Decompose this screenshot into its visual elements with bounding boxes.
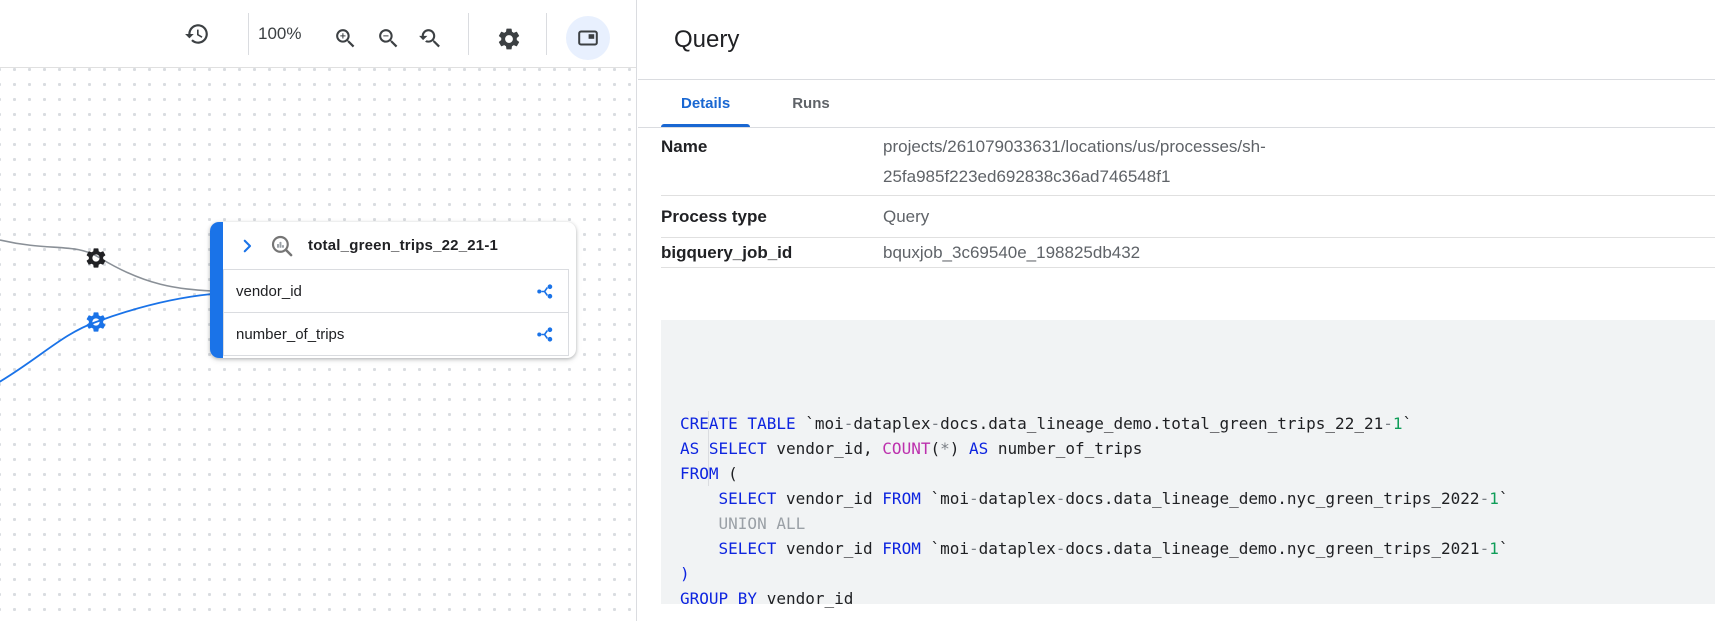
details-panel: Query Details Runs Name projects/26107903… bbox=[638, 0, 1715, 621]
process-gear-icon-blue[interactable] bbox=[84, 310, 108, 334]
node-accent-bar bbox=[210, 222, 223, 358]
code-line: UNION ALL bbox=[680, 511, 1715, 536]
code-line: FROM ( bbox=[680, 461, 1715, 486]
toolbar-divider bbox=[468, 13, 469, 55]
toolbar-divider bbox=[546, 13, 547, 55]
lineage-node[interactable]: total_green_trips_22_21-1 vendor_id numb… bbox=[210, 222, 576, 358]
lineage-icon[interactable] bbox=[536, 282, 555, 301]
row-value: bquxjob_3c69540e_198825db432 bbox=[883, 238, 1403, 268]
row-label: Process type bbox=[661, 202, 883, 232]
settings-button[interactable] bbox=[496, 26, 522, 52]
zoom-out-button[interactable] bbox=[376, 26, 401, 51]
tab-label: Details bbox=[681, 95, 730, 112]
row-label: Name bbox=[661, 132, 883, 162]
panel-header: Query bbox=[638, 0, 1715, 80]
lineage-canvas[interactable]: total_green_trips_22_21-1 vendor_id numb… bbox=[0, 0, 637, 621]
node-title: total_green_trips_22_21-1 bbox=[308, 237, 498, 254]
toolbar-divider bbox=[248, 13, 249, 55]
row-value: projects/261079033631/locations/us/proce… bbox=[883, 132, 1403, 192]
sql-code-lines: CREATE TABLE `moi-dataplex-docs.data_lin… bbox=[680, 411, 1715, 611]
code-line: CREATE TABLE `moi-dataplex-docs.data_lin… bbox=[680, 411, 1715, 436]
zoom-in-button[interactable] bbox=[333, 26, 358, 51]
process-gear-icon-dark[interactable] bbox=[84, 246, 108, 270]
table-row: Name projects/261079033631/locations/us/… bbox=[661, 128, 1715, 196]
panel-title: Query bbox=[674, 26, 739, 54]
bigquery-magnifier-icon bbox=[269, 233, 295, 259]
table-row: bigquery_job_id bquxjob_3c69540e_198825d… bbox=[661, 238, 1715, 268]
tab-label: Runs bbox=[792, 95, 830, 112]
canvas-toolbar: 100% bbox=[0, 0, 636, 68]
toggle-side-panel-icon bbox=[576, 26, 600, 50]
code-line: GROUP BY vendor_id bbox=[680, 586, 1715, 611]
code-line: ) bbox=[680, 561, 1715, 586]
sql-code-block: CREATE TABLE `moi-dataplex-docs.data_lin… bbox=[661, 320, 1715, 604]
row-value: Query bbox=[883, 202, 1403, 232]
zoom-reset-button[interactable] bbox=[417, 26, 442, 51]
tab-runs[interactable]: Runs bbox=[772, 80, 850, 127]
node-field-row[interactable]: number_of_trips bbox=[223, 312, 569, 356]
node-fields: vendor_id number_of_trips bbox=[223, 269, 576, 356]
chevron-right-icon[interactable] bbox=[238, 237, 256, 255]
tab-details[interactable]: Details bbox=[661, 80, 750, 127]
code-line: SELECT vendor_id FROM `moi-dataplex-docs… bbox=[680, 486, 1715, 511]
table-row: Process type Query bbox=[661, 196, 1715, 238]
row-label: bigquery_job_id bbox=[661, 238, 883, 268]
toggle-side-panel-button[interactable] bbox=[566, 16, 610, 60]
settings-gear-icon bbox=[496, 26, 522, 52]
zoom-level-label: 100% bbox=[258, 0, 301, 68]
data-lineage-app: total_green_trips_22_21-1 vendor_id numb… bbox=[0, 0, 1715, 621]
node-header[interactable]: total_green_trips_22_21-1 bbox=[223, 222, 576, 269]
history-icon bbox=[184, 21, 210, 47]
code-line: AS SELECT vendor_id, COUNT(*) AS number_… bbox=[680, 436, 1715, 461]
code-line: SELECT vendor_id FROM `moi-dataplex-docs… bbox=[680, 536, 1715, 561]
indent-guide bbox=[708, 411, 709, 486]
zoom-in-icon bbox=[333, 26, 358, 51]
lineage-icon[interactable] bbox=[536, 325, 555, 344]
history-button[interactable] bbox=[184, 21, 210, 47]
tab-bar: Details Runs bbox=[638, 80, 1715, 128]
details-table: Name projects/261079033631/locations/us/… bbox=[661, 128, 1715, 268]
zoom-reset-icon bbox=[417, 26, 442, 51]
field-name: vendor_id bbox=[236, 283, 302, 300]
node-field-row[interactable]: vendor_id bbox=[223, 269, 569, 313]
zoom-out-icon bbox=[376, 26, 401, 51]
field-name: number_of_trips bbox=[236, 326, 344, 343]
